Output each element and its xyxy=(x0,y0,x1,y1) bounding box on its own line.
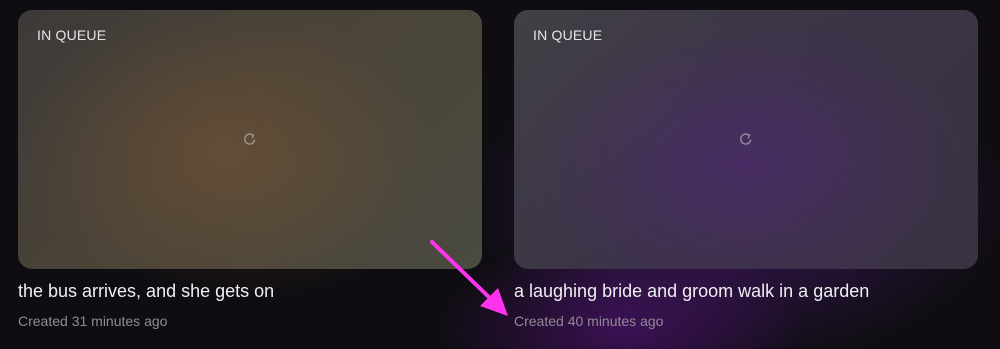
video-title[interactable]: the bus arrives, and she gets on xyxy=(18,279,274,303)
reload-icon xyxy=(244,133,256,145)
video-card-thumbnail[interactable]: IN QUEUE xyxy=(514,10,978,269)
reload-icon xyxy=(740,133,752,145)
created-timestamp: Created 40 minutes ago xyxy=(514,313,664,329)
status-label: IN QUEUE xyxy=(37,27,107,43)
created-timestamp: Created 31 minutes ago xyxy=(18,313,168,329)
status-label: IN QUEUE xyxy=(533,27,603,43)
video-title[interactable]: a laughing bride and groom walk in a gar… xyxy=(514,279,869,303)
video-card-thumbnail[interactable]: IN QUEUE xyxy=(18,10,482,269)
